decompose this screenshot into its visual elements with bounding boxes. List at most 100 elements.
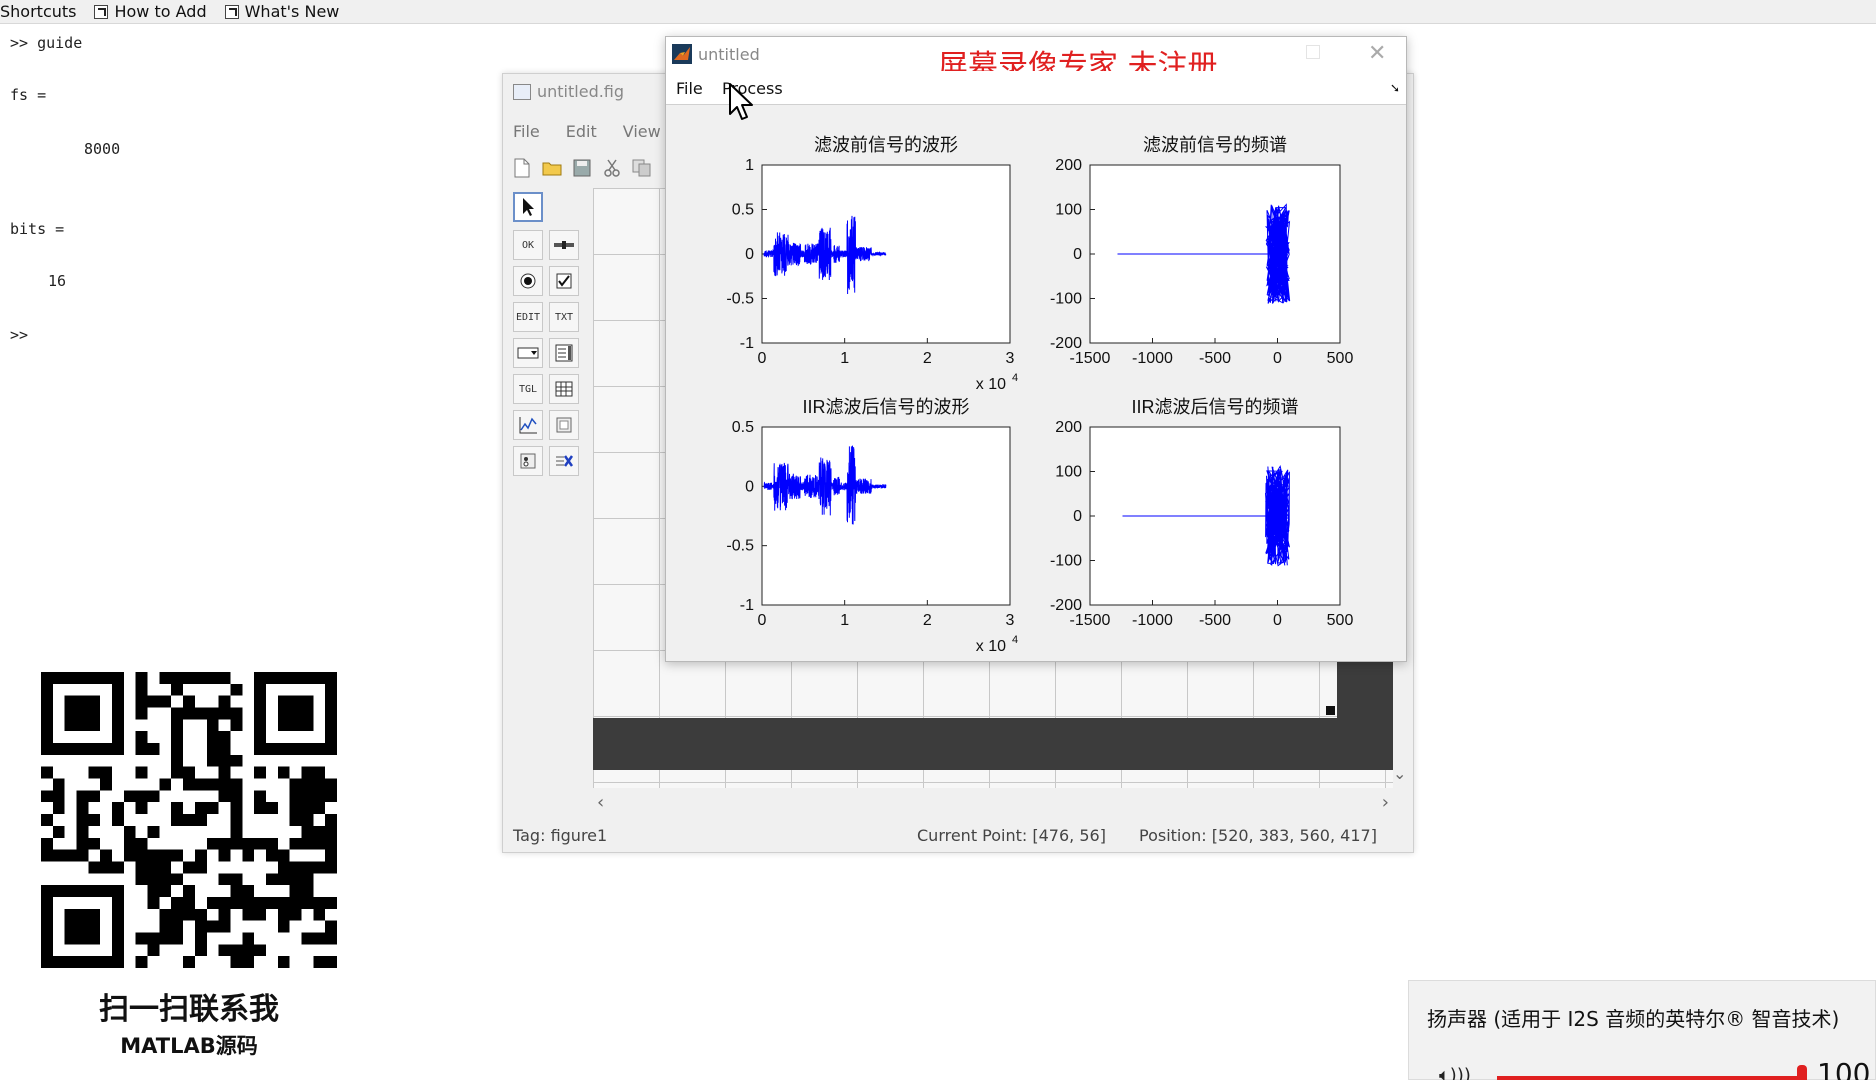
pushbutton-tool[interactable]: OK: [513, 230, 543, 260]
matlab-logo-icon: [672, 44, 692, 64]
shortcuts-label-text: Shortcuts: [0, 2, 77, 21]
shortcut-icon: [224, 4, 239, 19]
shortcut-how-to-add-label: How to Add: [114, 2, 207, 21]
figure-titlebar[interactable]: untitled 屏幕录像专家 未注册 ✕: [666, 37, 1406, 84]
shortcut-icon: [94, 4, 109, 19]
x-tick-label: -1500: [1070, 350, 1111, 367]
maximize-icon[interactable]: [1306, 45, 1320, 59]
y-tick-label: 200: [1055, 157, 1082, 174]
x-tick-label: 0: [758, 612, 767, 629]
plot-title: 滤波前信号的波形: [814, 135, 958, 155]
x-tick-label: 3: [1006, 350, 1015, 367]
shortcut-how-to-add[interactable]: How to Add: [94, 2, 207, 21]
panel-tool-icon[interactable]: [549, 410, 579, 440]
guide-title: untitled.fig: [513, 82, 624, 101]
guide-menubar: File Edit View: [513, 122, 687, 141]
guide-menu-view[interactable]: View: [623, 122, 661, 141]
x-tick-label: 2: [923, 612, 932, 629]
static-text-tool-label: TXT: [554, 311, 574, 323]
copy-icon[interactable]: [629, 156, 655, 180]
radio-button-tool-icon[interactable]: [513, 266, 543, 296]
figure-menu-file[interactable]: File: [676, 79, 703, 98]
mouse-cursor-icon: [729, 83, 753, 120]
x-tick-label: 1: [840, 612, 849, 629]
static-text-tool[interactable]: TXT: [549, 302, 579, 332]
speaker-icon[interactable]: 🔈︎))): [1439, 1065, 1471, 1080]
edit-text-tool[interactable]: EDIT: [513, 302, 543, 332]
y-tick-label: 0.5: [732, 419, 754, 436]
y-tick-label: 1: [745, 157, 754, 174]
new-file-icon[interactable]: [509, 156, 535, 180]
resize-handle[interactable]: [1326, 706, 1335, 715]
y-tick-label: 100: [1055, 202, 1082, 219]
x-tick-label: -1000: [1132, 350, 1173, 367]
cmd-line-fs: fs =: [10, 86, 47, 104]
guide-menu-edit[interactable]: Edit: [566, 122, 597, 141]
speaker-volume-panel: 扬声器 (适用于 I2S 音频的英特尔® 智音技术) 🔈︎))) 100: [1408, 980, 1876, 1080]
edit-text-tool-label: EDIT: [515, 311, 541, 323]
shortcuts-bar: Shortcuts How to Add What's New: [0, 0, 1876, 24]
checkbox-tool-icon[interactable]: [549, 266, 579, 296]
pushbutton-tool-label: OK: [521, 239, 535, 251]
x-exponent-power: 4: [1012, 634, 1018, 646]
cmd-prompt[interactable]: >>: [10, 326, 28, 344]
cmd-value-fs: 8000: [84, 140, 121, 158]
popup-menu-tool-icon[interactable]: [513, 338, 543, 368]
plot-title: IIR滤波后信号的频谱: [1131, 397, 1298, 417]
table-tool-icon[interactable]: [549, 374, 579, 404]
qr-code-image: [41, 672, 337, 968]
x-tick-label: -1500: [1070, 612, 1111, 629]
cmd-value-bits: 16: [48, 272, 67, 290]
cmd-line-guide: >> guide: [10, 34, 83, 52]
select-arrow-icon[interactable]: [513, 192, 543, 222]
figure-plot-area: 滤波前信号的波形10.50-0.5-10 1 2 3x 10 4滤波前信号的频谱2001…: [726, 135, 1354, 655]
x-tick-label: 1: [840, 350, 849, 367]
shortcut-whats-new-label: What's New: [244, 2, 340, 21]
command-window[interactable]: >> guide fs = 8000 bits = 16 >>: [0, 24, 500, 654]
speaker-device-name: 扬声器 (适用于 I2S 音频的英特尔® 智音技术): [1427, 1007, 1840, 1031]
y-tick-label: -0.5: [726, 538, 754, 555]
x-exponent-power: 4: [1012, 372, 1018, 384]
status-current-point: Current Point: [476, 56]: [917, 826, 1106, 845]
x-exponent-base: x 10: [976, 376, 1006, 393]
y-tick-label: -0.5: [726, 291, 754, 308]
scroll-down-icon[interactable]: ⌄: [1393, 764, 1406, 783]
x-exponent-base: x 10: [976, 638, 1006, 655]
x-tick-label: 0: [758, 350, 767, 367]
x-tick-label: 500: [1327, 612, 1354, 629]
listbox-tool-icon[interactable]: [549, 338, 579, 368]
y-tick-label: 0: [745, 246, 754, 263]
open-folder-icon[interactable]: [539, 156, 565, 180]
canvas-figure-border-bottom: [593, 718, 1393, 770]
scroll-left-icon[interactable]: ‹: [597, 792, 604, 813]
figure-window[interactable]: untitled 屏幕录像专家 未注册 ✕ File Process ➘ 滤波前…: [665, 36, 1407, 662]
horizontal-scrollbar[interactable]: ‹ ›: [593, 792, 1393, 813]
qr-caption: 扫一扫联系我: [99, 992, 279, 1027]
slider-tool-icon[interactable]: [549, 230, 579, 260]
volume-slider-track[interactable]: [1497, 1076, 1805, 1080]
shortcuts-label[interactable]: Shortcuts: [0, 2, 76, 21]
guide-menu-file[interactable]: File: [513, 122, 540, 141]
figure-title: untitled: [698, 45, 760, 64]
y-tick-label: -100: [1050, 553, 1082, 570]
shortcut-whats-new[interactable]: What's New: [224, 2, 340, 21]
activex-tool-icon[interactable]: [549, 446, 579, 476]
volume-slider-thumb[interactable]: [1797, 1065, 1807, 1080]
x-tick-label: 3: [1006, 612, 1015, 629]
status-position: Position: [520, 383, 560, 417]: [1139, 826, 1377, 845]
axes-tool-icon[interactable]: [513, 410, 543, 440]
dock-arrow-icon[interactable]: ➘: [1390, 81, 1400, 95]
y-tick-label: -100: [1050, 291, 1082, 308]
close-icon[interactable]: ✕: [1368, 41, 1386, 66]
save-icon[interactable]: [569, 156, 595, 180]
y-tick-label: -1: [740, 335, 754, 352]
plot-title: IIR滤波后信号的波形: [802, 397, 969, 417]
toggle-button-tool[interactable]: TGL: [513, 374, 543, 404]
scroll-right-icon[interactable]: ›: [1382, 792, 1389, 813]
button-group-tool-icon[interactable]: [513, 446, 543, 476]
cut-icon[interactable]: [599, 156, 625, 180]
guide-toolbar: [509, 156, 659, 180]
toggle-button-tool-label: TGL: [518, 383, 538, 395]
status-tag: Tag: figure1: [513, 826, 608, 845]
x-tick-label: 0: [1273, 350, 1282, 367]
